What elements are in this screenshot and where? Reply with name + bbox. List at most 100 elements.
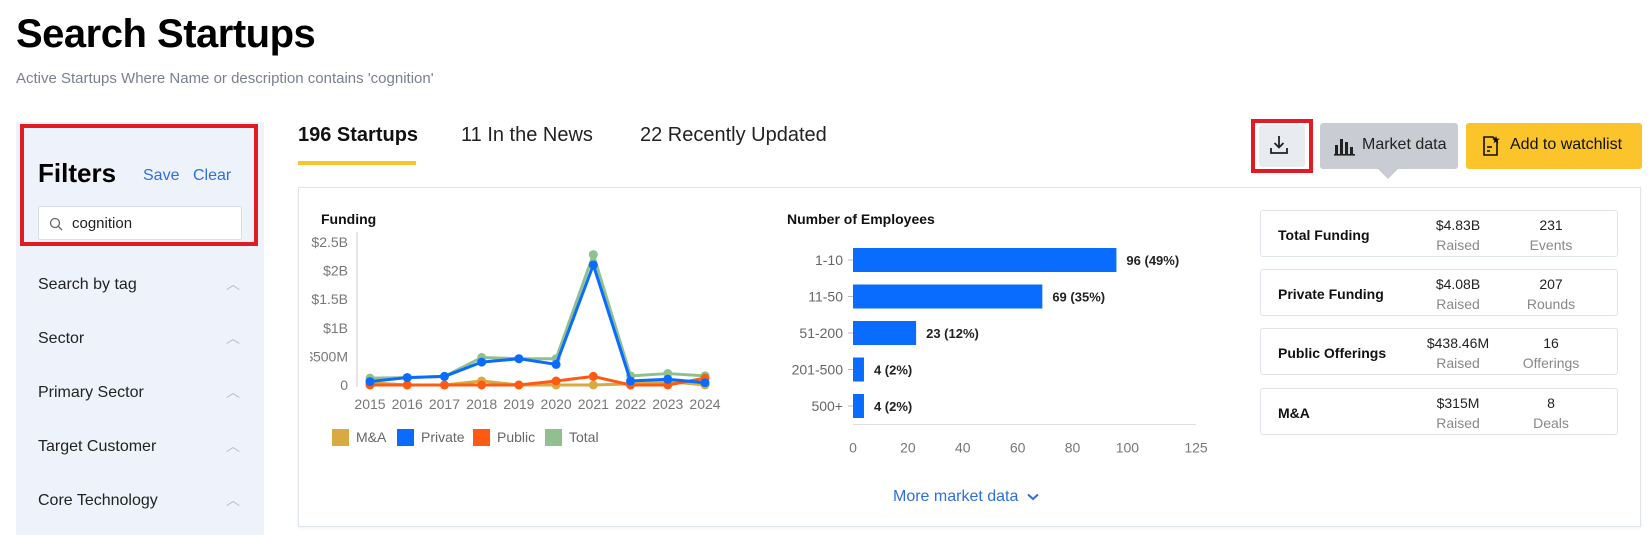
bar[interactable] <box>853 321 917 345</box>
y-tick-label: 0 <box>340 377 348 393</box>
legend-swatch <box>473 429 490 446</box>
data-point[interactable] <box>439 371 449 381</box>
legend-swatch <box>545 429 562 446</box>
filter-row-primary-sector[interactable]: Primary Sector ︿ <box>38 384 240 414</box>
tab-in-the-news[interactable]: 11 In the News <box>461 124 593 147</box>
y-tick-label: $500M <box>310 348 348 364</box>
page-title: Search Startups <box>16 12 316 56</box>
data-point[interactable] <box>588 250 598 260</box>
x-tick-label: 2023 <box>652 396 683 412</box>
filter-row-sector[interactable]: Sector ︿ <box>38 330 240 360</box>
x-tick-label: 2022 <box>615 396 646 412</box>
summary-label: Total Funding <box>1278 227 1370 243</box>
tab-startups[interactable]: 196 Startups <box>298 124 418 147</box>
data-point[interactable] <box>551 359 561 369</box>
x-tick-label: 20 <box>900 440 916 456</box>
x-tick-label: 125 <box>1184 440 1208 456</box>
x-tick-label: 100 <box>1116 440 1140 456</box>
market-data-button[interactable]: Market data <box>1320 123 1458 179</box>
category-label: 201-500 <box>792 362 844 378</box>
search-icon <box>49 217 63 231</box>
bar[interactable] <box>853 357 864 382</box>
chevron-down-icon <box>1027 488 1039 506</box>
category-label: 500+ <box>811 398 843 414</box>
funding-chart-title: Funding <box>321 211 377 227</box>
data-point[interactable] <box>700 378 710 388</box>
data-point[interactable] <box>514 380 524 390</box>
bar[interactable] <box>853 284 1043 309</box>
data-point[interactable] <box>439 380 449 390</box>
chevron-up-icon: ︿ <box>226 438 240 454</box>
add-to-watchlist-button[interactable]: Add to watchlist <box>1466 123 1642 169</box>
market-data-pointer <box>1378 169 1398 179</box>
tab-recently-updated[interactable]: 22 Recently Updated <box>640 124 827 147</box>
data-point[interactable] <box>588 260 598 270</box>
data-point[interactable] <box>514 354 524 364</box>
bar-data-label: 4 (2%) <box>874 363 912 378</box>
filter-row-label: Search by tag <box>38 276 137 293</box>
employees-bar-chart: 1-10 96 (49%) 11-50 69 (35%) 51-200 23 (12%) 2… <box>792 248 1208 456</box>
more-market-data-label: More market data <box>893 488 1019 505</box>
summary-value: $438.46M <box>1426 335 1490 351</box>
summary-label: M&A <box>1278 405 1310 421</box>
employees-chart-title: Number of Employees <box>787 211 935 227</box>
filters-clear-link[interactable]: Clear <box>193 167 231 185</box>
bar[interactable] <box>853 394 864 418</box>
data-point[interactable] <box>663 374 673 384</box>
filter-search-field[interactable] <box>38 206 242 240</box>
x-tick-label: 0 <box>849 440 857 456</box>
summary-count-unit: Rounds <box>1526 296 1576 312</box>
bar-chart-icon <box>1334 139 1355 156</box>
x-tick-label: 2016 <box>392 396 423 412</box>
summary-count-unit: Deals <box>1533 415 1569 431</box>
data-point[interactable] <box>477 380 487 390</box>
filter-row-label: Core Technology <box>38 492 158 509</box>
active-tab-indicator <box>298 161 416 165</box>
data-point[interactable] <box>477 357 487 367</box>
more-market-data-link[interactable]: More market data <box>893 488 1039 506</box>
filter-row-search-by-tag[interactable]: Search by tag ︿ <box>38 276 240 306</box>
data-point[interactable] <box>551 376 561 386</box>
x-tick-label: 60 <box>1010 440 1026 456</box>
data-point[interactable] <box>588 380 598 390</box>
summary-unit: Raised <box>1436 237 1480 253</box>
filter-row-core-technology[interactable]: Core Technology ︿ <box>38 492 240 522</box>
x-tick-label: 2018 <box>466 396 497 412</box>
data-point[interactable] <box>365 377 375 387</box>
summary-label: Private Funding <box>1278 286 1384 302</box>
data-point[interactable] <box>402 373 412 383</box>
bar-data-label: 69 (35%) <box>1052 290 1105 305</box>
summary-value: $315M <box>1436 395 1480 411</box>
bar[interactable] <box>853 248 1117 272</box>
bar-data-label: 4 (2%) <box>874 399 912 414</box>
legend-swatch <box>332 429 349 446</box>
summary-count: 16 <box>1543 335 1559 351</box>
category-label: 1-10 <box>815 252 843 268</box>
download-button[interactable] <box>1251 119 1313 173</box>
summary-unit: Raised <box>1436 415 1480 431</box>
filter-search-input[interactable] <box>72 212 237 234</box>
chevron-up-icon: ︿ <box>226 384 240 400</box>
summary-card-total-funding: Total Funding $4.83B Raised 231 Events <box>1260 210 1618 257</box>
legend-label: Total <box>569 429 599 445</box>
filters-title: Filters <box>38 158 117 188</box>
legend-swatch <box>397 429 414 446</box>
summary-card-ma: M&A $315M Raised 8 Deals <box>1260 388 1618 435</box>
summary-unit: Raised <box>1436 296 1480 312</box>
chevron-up-icon: ︿ <box>226 330 240 346</box>
filter-row-label: Primary Sector <box>38 384 144 401</box>
legend-label: M&A <box>356 429 387 445</box>
legend-label: Public <box>497 429 536 445</box>
data-point[interactable] <box>588 371 598 381</box>
summary-count: 8 <box>1547 395 1555 411</box>
summary-card-private-funding: Private Funding $4.08B Raised 207 Rounds <box>1260 269 1618 316</box>
category-label: 51-200 <box>799 325 843 341</box>
series-line-private <box>369 263 706 385</box>
filters-save-link[interactable]: Save <box>143 167 179 185</box>
summary-count: 207 <box>1539 276 1563 292</box>
data-point[interactable] <box>626 376 636 386</box>
x-tick-label: 2019 <box>503 396 534 412</box>
filter-row-target-customer[interactable]: Target Customer ︿ <box>38 438 240 468</box>
x-tick-label: 2015 <box>354 396 385 412</box>
page-subtitle: Active Startups Where Name or descriptio… <box>16 70 434 87</box>
